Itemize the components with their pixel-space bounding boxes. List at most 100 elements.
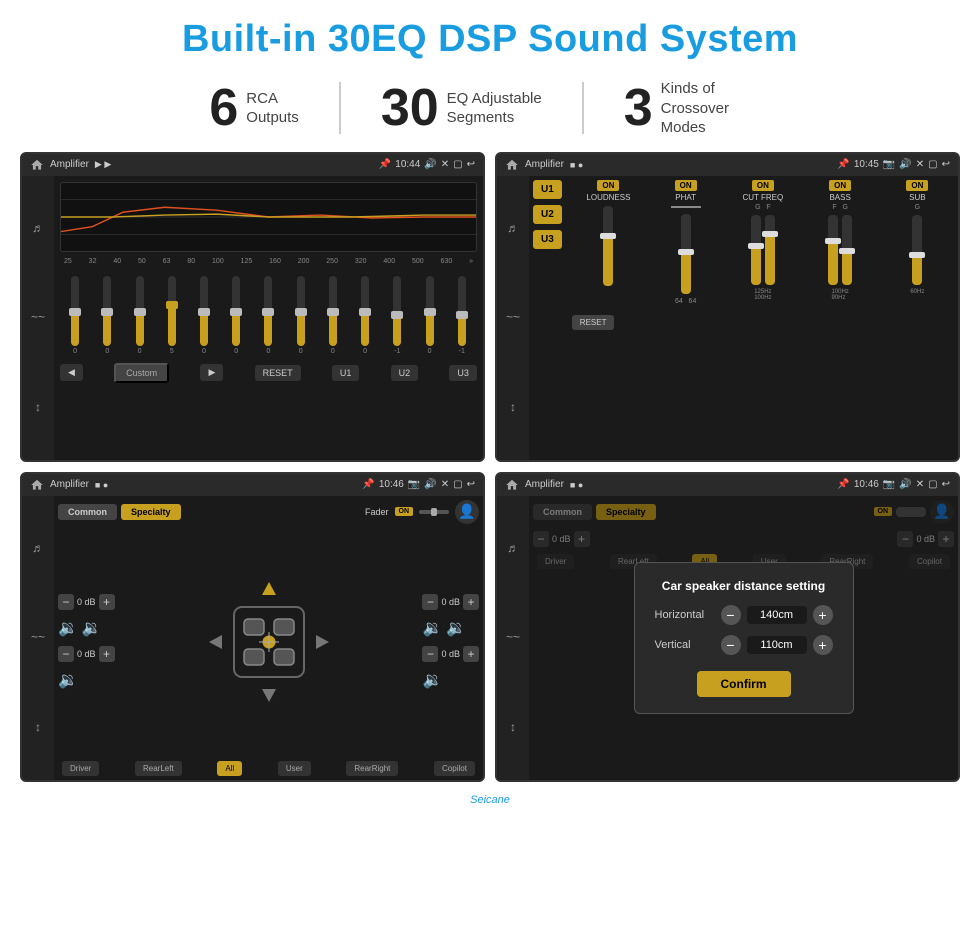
window-icon-common: ▢ xyxy=(453,479,462,490)
u2-button-eq[interactable]: U2 xyxy=(391,365,419,381)
reset-btn-amp[interactable]: RESET xyxy=(572,315,615,330)
volume-icon-eq: 🔊 xyxy=(424,159,436,170)
sub-control: ON SUB G 60Hz xyxy=(881,180,954,305)
volume-icon-common: 🔊 xyxy=(424,479,436,490)
horizontal-minus-btn[interactable]: − xyxy=(721,605,741,625)
u3-btn[interactable]: U3 xyxy=(533,230,562,249)
x-icon-dialog: ✕ xyxy=(916,479,924,490)
car-diagram-svg xyxy=(204,577,334,707)
common-icon-2[interactable]: ~~ xyxy=(28,627,48,647)
all-btn[interactable]: All xyxy=(217,761,242,776)
loudness-slider[interactable] xyxy=(603,206,613,286)
plus-btn-bl[interactable]: + xyxy=(99,646,115,662)
eq-icon-2[interactable]: ~~ xyxy=(28,307,48,327)
plus-btn-br[interactable]: + xyxy=(463,646,479,662)
vertical-plus-btn[interactable]: + xyxy=(813,635,833,655)
confirm-row: Confirm xyxy=(655,665,833,697)
horizontal-plus-btn[interactable]: + xyxy=(813,605,833,625)
eq-label-8: 160 xyxy=(269,258,281,265)
speaker-icon-left-bot: 🔉 xyxy=(58,670,115,690)
prev-button[interactable]: ◀ xyxy=(60,364,83,381)
play-icon: ▶ ▶ xyxy=(95,159,111,170)
location-icon: 📌 xyxy=(379,159,391,170)
tab-specialty[interactable]: Specialty xyxy=(121,504,181,520)
confirm-button[interactable]: Confirm xyxy=(697,671,791,697)
eq-icon-3[interactable]: ↕ xyxy=(28,397,48,417)
x-icon-eq: ✕ xyxy=(441,159,449,170)
fader-label: Fader xyxy=(365,507,389,517)
bass-label: BASS xyxy=(829,193,850,202)
dialog-icon-1[interactable]: ♬ xyxy=(503,538,523,558)
status-bar-dialog: Amplifier ■ ● 📌 10:46 📷 🔊 ✕ ▢ ↩ xyxy=(497,474,958,496)
loudness-on-badge: ON xyxy=(597,180,619,191)
bass-slider-2[interactable] xyxy=(842,215,852,285)
fader-row: Fader ON 👤 xyxy=(365,500,479,524)
eq-slider-11: 0 xyxy=(426,276,434,355)
eq-slider-8: 0 xyxy=(329,276,337,355)
watermark: Seicane xyxy=(0,792,980,810)
driver-btn[interactable]: Driver xyxy=(62,761,99,776)
horizontal-value: 140cm xyxy=(747,606,807,624)
rear-left-btn[interactable]: RearLeft xyxy=(135,761,182,776)
record-icons: ■ ● xyxy=(570,160,583,170)
next-button[interactable]: ▶ xyxy=(200,364,223,381)
bass-on-badge: ON xyxy=(829,180,851,191)
sub-on-badge: ON xyxy=(906,180,928,191)
plus-btn-tr[interactable]: + xyxy=(463,594,479,610)
cutfreq-slider-2[interactable] xyxy=(765,215,775,285)
eq-labels: 25 32 40 50 63 80 100 125 160 200 250 32… xyxy=(60,258,477,265)
amp-icon-1[interactable]: ♬ xyxy=(503,218,523,238)
u1-btn[interactable]: U1 xyxy=(533,180,562,199)
tab-common[interactable]: Common xyxy=(58,504,117,520)
volume-icon-amp: 🔊 xyxy=(899,159,911,170)
bass-slider-1[interactable] xyxy=(828,215,838,285)
sub-slider[interactable] xyxy=(912,215,922,285)
eq-slider-0: 0 xyxy=(71,276,79,355)
amp-icon-3[interactable]: ↕ xyxy=(503,397,523,417)
stat-number-rca: 6 xyxy=(209,82,238,134)
eq-slider-7: 0 xyxy=(297,276,305,355)
eq-slider-2: 0 xyxy=(136,276,144,355)
amp-icon-2[interactable]: ~~ xyxy=(503,307,523,327)
eq-icon-1[interactable]: ♬ xyxy=(28,218,48,238)
vertical-minus-btn[interactable]: − xyxy=(721,635,741,655)
phat-slider[interactable] xyxy=(681,214,691,294)
u3-button-eq[interactable]: U3 xyxy=(449,365,477,381)
minus-btn-tl[interactable]: − xyxy=(58,594,74,610)
u2-btn[interactable]: U2 xyxy=(533,205,562,224)
speaker-icon-right-bot: 🔉 xyxy=(422,670,479,690)
minus-btn-br[interactable]: − xyxy=(422,646,438,662)
eq-label-11: 320 xyxy=(355,258,367,265)
status-bar-amp: Amplifier ■ ● 📌 10:45 📷 🔊 ✕ ▢ ↩ xyxy=(497,154,958,176)
eq-label-2: 40 xyxy=(113,258,121,265)
copilot-btn[interactable]: Copilot xyxy=(434,761,475,776)
eq-expand-icon[interactable]: » xyxy=(469,258,473,265)
eq-label-10: 250 xyxy=(326,258,338,265)
amp-content: ♬ ~~ ↕ U1 U2 U3 xyxy=(497,176,958,460)
vertical-control: − 110cm + xyxy=(721,635,833,655)
common-main: Common Specialty Fader ON 👤 xyxy=(54,496,483,780)
user-btn[interactable]: User xyxy=(278,761,311,776)
rear-right-btn[interactable]: RearRight xyxy=(346,761,398,776)
dialog-icon-2[interactable]: ~~ xyxy=(503,627,523,647)
common-icon-3[interactable]: ↕ xyxy=(28,717,48,737)
common-screen: Amplifier ■ ● 📌 10:46 📷 🔊 ✕ ▢ ↩ ♬ ~~ ↕ xyxy=(20,472,485,782)
dialog-icon-3[interactable]: ↕ xyxy=(503,717,523,737)
db-val-bl: 0 dB xyxy=(77,649,96,659)
stat-text-eq: EQ AdjustableSegments xyxy=(447,89,542,128)
u1-button-eq[interactable]: U1 xyxy=(332,365,360,381)
reset-button-eq[interactable]: RESET xyxy=(255,365,301,381)
stat-rca: 6 RCAOutputs xyxy=(169,82,340,134)
cutfreq-freq-labels: 125Hz100Hz xyxy=(754,289,771,301)
location-icon-dialog: 📌 xyxy=(837,479,849,490)
phat-vals: 64 64 xyxy=(675,298,696,305)
common-icon-1[interactable]: ♬ xyxy=(28,538,48,558)
minus-btn-tr[interactable]: − xyxy=(422,594,438,610)
plus-btn-tl[interactable]: + xyxy=(99,594,115,610)
person-icon: 👤 xyxy=(455,500,479,524)
minus-btn-bl[interactable]: − xyxy=(58,646,74,662)
x-icon-amp: ✕ xyxy=(916,159,924,170)
cutfreq-slider-1[interactable] xyxy=(751,215,761,285)
eq-label-0: 25 xyxy=(64,258,72,265)
custom-label[interactable]: Custom xyxy=(114,363,169,383)
